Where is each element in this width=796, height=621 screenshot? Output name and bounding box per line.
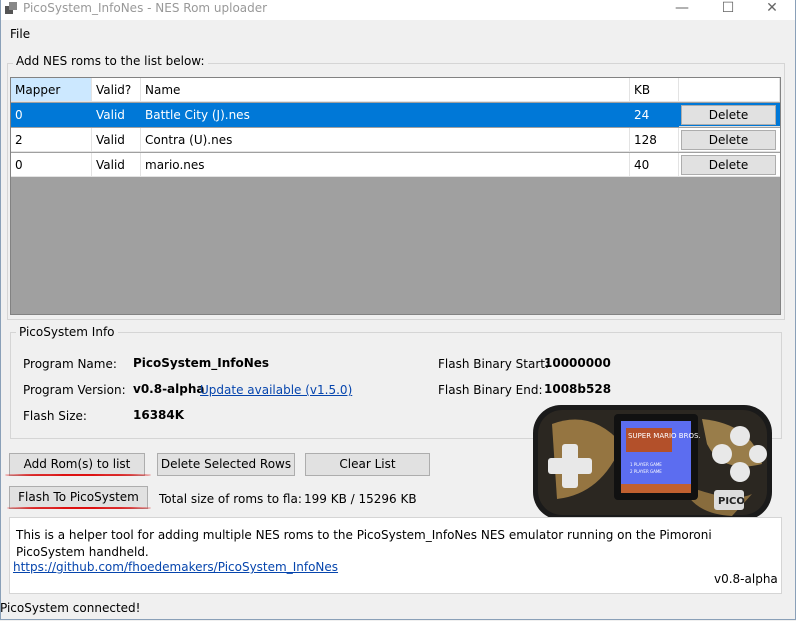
- cell-name: mario.nes: [141, 153, 630, 177]
- window-title: PicoSystem_InfoNes - NES Rom uploader: [23, 1, 268, 15]
- flash-button[interactable]: Flash To PicoSystem: [9, 486, 148, 509]
- delete-row-button[interactable]: Delete: [681, 130, 776, 150]
- cell-valid: Valid: [92, 153, 141, 177]
- delete-row-button[interactable]: Delete: [681, 155, 776, 175]
- status-text: PicoSystem connected!: [0, 601, 141, 615]
- cell-valid: Valid: [92, 103, 141, 127]
- minimize-icon[interactable]: —: [659, 0, 705, 18]
- program-name-label: Program Name:: [23, 357, 117, 371]
- menu-bar: File: [1, 25, 795, 45]
- screen-menu-2: 2 PLAYER GAME: [630, 469, 662, 474]
- rom-table[interactable]: Mapper Valid? Name KB 0 Valid Battle Cit…: [10, 77, 781, 315]
- total-size-label: Total size of roms to fla:: [159, 492, 302, 506]
- version-label: v0.8-alpha: [714, 572, 778, 586]
- table-row[interactable]: 2 Valid Contra (U).nes 128 Delete: [11, 128, 780, 153]
- rom-group-label: Add NES roms to the list below:: [13, 54, 208, 68]
- table-header: Mapper Valid? Name KB: [11, 78, 780, 103]
- cell-kb: 24: [630, 103, 679, 127]
- add-roms-button[interactable]: Add Rom(s) to list: [9, 453, 145, 476]
- app-icon: [5, 2, 17, 14]
- screen-menu-1: 1 PLAYER GAME: [630, 462, 662, 467]
- cell-name: Battle City (J).nes: [141, 103, 630, 127]
- column-header-valid[interactable]: Valid?: [92, 78, 141, 102]
- total-size-value: 199 KB / 15296 KB: [304, 492, 417, 506]
- maximize-icon[interactable]: ☐: [705, 0, 751, 18]
- cell-kb: 128: [630, 128, 679, 152]
- picosystem-image: SUPER MARIO BROS. 1 PLAYER GAME 2 PLAYER…: [533, 405, 772, 520]
- flash-size-value: 16384K: [133, 408, 185, 422]
- cell-mapper: 0: [11, 103, 92, 127]
- annotation-underline: [7, 507, 151, 509]
- flash-end-value: 1008b528: [544, 382, 612, 396]
- cell-name: Contra (U).nes: [141, 128, 630, 152]
- clear-list-button[interactable]: Clear List: [305, 453, 430, 476]
- table-row[interactable]: 0 Valid Battle City (J).nes 24 Delete: [11, 103, 780, 128]
- cell-action: Delete: [679, 128, 780, 152]
- cell-kb: 40: [630, 153, 679, 177]
- program-name-value: PicoSystem_InfoNes: [133, 356, 270, 370]
- column-header-name[interactable]: Name: [141, 78, 630, 102]
- title-bar: PicoSystem_InfoNes - NES Rom uploader — …: [1, 0, 795, 20]
- flash-size-label: Flash Size:: [23, 409, 87, 423]
- table-row[interactable]: 0 Valid mario.nes 40 Delete: [11, 153, 780, 178]
- help-box: This is a helper tool for adding multipl…: [9, 517, 782, 594]
- close-icon[interactable]: ✕: [749, 0, 795, 18]
- app-window: PicoSystem_InfoNes - NES Rom uploader — …: [0, 0, 796, 620]
- menu-file[interactable]: File: [10, 27, 30, 41]
- delete-selected-button[interactable]: Delete Selected Rows: [157, 453, 295, 476]
- column-header-mapper[interactable]: Mapper: [11, 78, 92, 102]
- flash-end-label: Flash Binary End:: [438, 383, 543, 397]
- update-link[interactable]: Update available (v1.5.0): [200, 383, 352, 397]
- info-group-label: PicoSystem Info: [16, 325, 118, 339]
- annotation-underline: [5, 474, 151, 476]
- status-bar: PicoSystem connected!: [0, 599, 795, 619]
- column-header-kb[interactable]: KB: [630, 78, 679, 102]
- flash-start-label: Flash Binary Start:: [438, 357, 549, 371]
- cell-action: Delete: [679, 153, 780, 177]
- github-link[interactable]: https://github.com/fhoedemakers/PicoSyst…: [13, 560, 338, 574]
- help-text: This is a helper tool for adding multipl…: [16, 528, 712, 559]
- screen-title: SUPER MARIO BROS.: [628, 432, 701, 440]
- cell-mapper: 2: [11, 128, 92, 152]
- delete-row-button[interactable]: Delete: [681, 105, 776, 125]
- program-version-value: v0.8-alpha: [133, 382, 205, 396]
- cell-action: Delete: [679, 103, 780, 127]
- cell-valid: Valid: [92, 128, 141, 152]
- flash-start-value: 10000000: [544, 356, 611, 370]
- program-version-label: Program Version:: [23, 383, 126, 397]
- column-header-action: [679, 78, 780, 102]
- cell-mapper: 0: [11, 153, 92, 177]
- device-badge: PICO: [718, 496, 745, 507]
